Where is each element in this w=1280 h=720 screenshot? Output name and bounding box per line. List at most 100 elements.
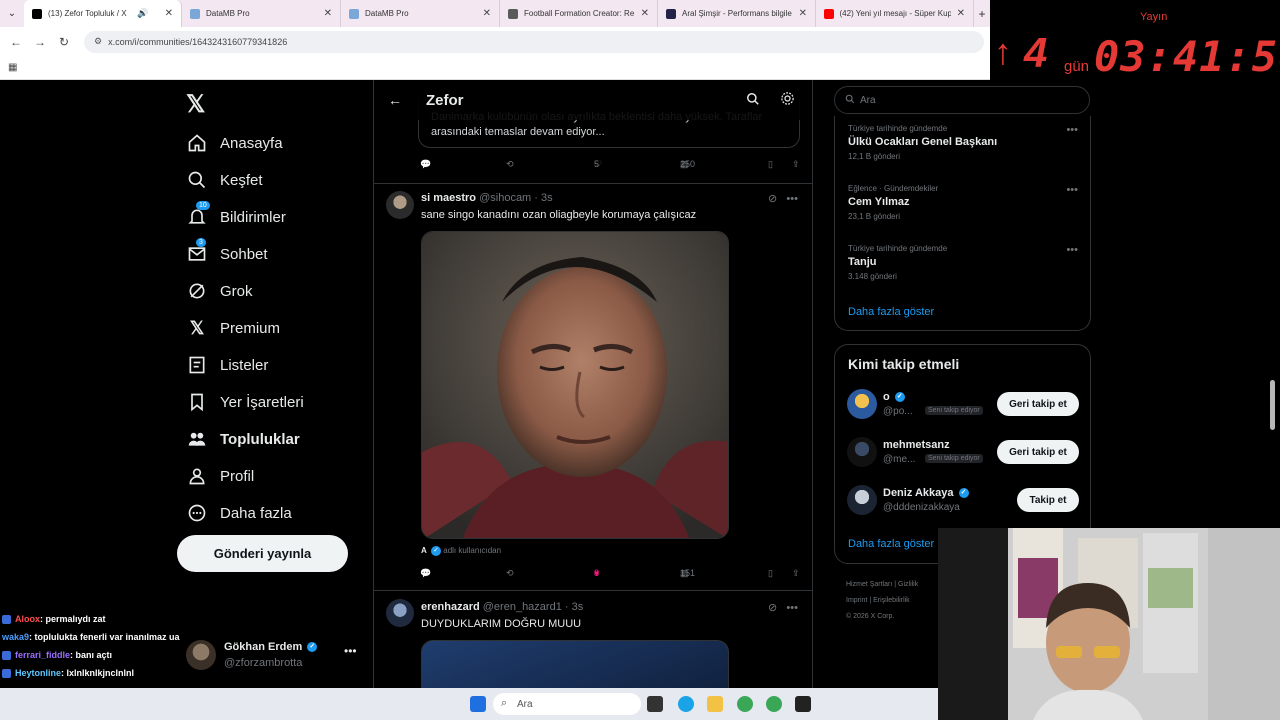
search-icon[interactable] [746, 92, 760, 109]
footer-link[interactable]: Gizlilik [898, 581, 918, 588]
verified-badge-icon: ✓ [431, 546, 442, 556]
reply-icon[interactable]: 💬 [420, 568, 431, 579]
grok-icon[interactable]: ⊘ [768, 602, 777, 614]
apps-grid-icon[interactable]: ▦ [8, 62, 17, 73]
follow-suggestion[interactable]: Deniz Akkaya ✓ @dddenizakkaya Takip et [847, 485, 1087, 519]
post-author[interactable]: erenhazard @eren_hazard1 · 3s [421, 601, 583, 613]
gear-icon[interactable] [780, 91, 795, 110]
nav-item-communities[interactable]: Topluluklar [186, 428, 300, 450]
nav-item-lists[interactable]: Listeler [186, 354, 268, 376]
footer-link[interactable]: Erişilebilirlik [873, 597, 910, 604]
more-dots-icon[interactable]: ••• [1066, 124, 1078, 136]
nav-item-home[interactable]: Anasayfa [186, 132, 283, 154]
bookmark-icon[interactable]: ▯ [768, 159, 773, 170]
post-author[interactable]: si maestro @sihocam · 3s [421, 192, 553, 204]
nav-item-grok[interactable]: Grok [186, 280, 253, 302]
browser-tab[interactable]: Football Formation Creator: Re ✕ [500, 0, 658, 27]
file-explorer-icon[interactable] [707, 696, 723, 712]
bookmark-icon[interactable]: ▯ [768, 568, 773, 579]
left-navigation: 𝕏 Anasayfa Keşfet 10 Bildirimler 3 Sohbe… [176, 80, 366, 700]
back-arrow-icon[interactable]: ← [388, 92, 402, 108]
chrome-icon[interactable] [737, 696, 753, 712]
reply-icon[interactable]: 💬 [420, 159, 431, 170]
windows-start-icon[interactable] [470, 696, 486, 712]
nav-item-explore[interactable]: Keşfet [186, 169, 263, 191]
tab-search-button[interactable]: ⌄ [0, 0, 24, 27]
page-title: Zefor [426, 91, 464, 109]
browser-tab[interactable]: Aral Şimşir - Performans bilgile ✕ [658, 0, 816, 27]
edge-icon[interactable] [678, 696, 694, 712]
chrome-icon[interactable] [766, 696, 782, 712]
more-dots-icon[interactable]: ••• [786, 602, 798, 614]
author-name: erenhazard [421, 601, 480, 613]
follow-suggestion[interactable]: o ✓ @po... Seni takip ediyor Geri takip … [847, 389, 1087, 423]
scrollbar-thumb[interactable] [1270, 380, 1275, 430]
show-more-link[interactable]: Daha fazla göster [848, 538, 934, 550]
repost-icon[interactable]: ⟲ [506, 159, 514, 170]
repost-icon[interactable]: ⟲ [506, 568, 514, 579]
chat-message: Aloox : permalıydı zat [2, 610, 106, 628]
share-icon[interactable]: ⇪ [792, 159, 800, 170]
browser-tab[interactable]: (42) Yeni yıl mesajı - Süper Kupa ✕ [816, 0, 974, 27]
reload-icon[interactable]: ↻ [52, 35, 76, 49]
follow-back-button[interactable]: Geri takip et [997, 440, 1079, 464]
browser-tab[interactable]: DataMB Pro ✕ [182, 0, 341, 27]
post-button[interactable]: Gönderi yayınla [177, 535, 348, 572]
browser-tab-active[interactable]: (13) Zefor Topluluk / X 🔊 ✕ [24, 0, 182, 27]
close-tab-icon[interactable]: ✕ [159, 8, 173, 19]
more-dots-icon[interactable]: ••• [344, 644, 357, 658]
nav-item-messages[interactable]: 3 Sohbet [186, 238, 268, 265]
browser-tab[interactable]: DataMB Pro ✕ [341, 0, 500, 27]
task-view-icon[interactable] [647, 696, 663, 712]
more-dots-icon[interactable]: ••• [1066, 184, 1078, 196]
chat-text: : toplulukta fenerli var inanılmaz ua [29, 632, 180, 642]
nav-item-more[interactable]: Daha fazla [186, 502, 292, 524]
search-input[interactable]: Ara [834, 86, 1090, 114]
close-tab-icon[interactable]: ✕ [635, 8, 649, 19]
like-button[interactable]: ♡ 5 [594, 159, 605, 170]
like-button[interactable]: ♥ 8 [594, 568, 602, 578]
bookmarks-bar: ▦ [0, 56, 990, 80]
site-info-icon[interactable]: ⚙ [94, 36, 102, 47]
avatar[interactable] [386, 191, 414, 219]
post-image[interactable] [421, 231, 729, 539]
views-button[interactable]: ▥ 250 [680, 159, 695, 170]
follow-button[interactable]: Takip et [1017, 488, 1079, 512]
nav-item-premium[interactable]: 𝕏 Premium [186, 317, 280, 339]
close-tab-icon[interactable]: ✕ [793, 8, 807, 19]
share-icon[interactable]: ⇪ [792, 568, 800, 579]
post-actions: 💬 ⟲ ♡ 5 ▥ 250 ▯ ⇪ [420, 159, 800, 175]
like-count: 5 [594, 159, 600, 169]
follow-back-button[interactable]: Geri takip et [997, 392, 1079, 416]
show-more-link[interactable]: Daha fazla göster [848, 306, 934, 318]
person-icon [186, 465, 208, 487]
back-arrow-icon[interactable]: ← [4, 35, 28, 49]
nav-item-profile[interactable]: Profil [186, 465, 254, 487]
trend-item[interactable]: Türkiye tarihinde gündemde Ülkü Ocakları… [848, 124, 1078, 161]
follow-suggestion[interactable]: mehmetsanz @me... Seni takip ediyor Geri… [847, 437, 1087, 471]
url-field[interactable]: ⚙ x.com/i/communities/164324316077934182… [84, 30, 984, 53]
taskbar-search[interactable]: ⌕ Ara [493, 693, 641, 715]
speaker-icon[interactable]: 🔊 [137, 8, 148, 19]
trend-item[interactable]: Eğlence · Gündemdekiler Cem Yılmaz 23,1 … [848, 184, 1078, 221]
footer-link[interactable]: Hizmet Şartları [846, 581, 892, 588]
verified-badge-icon: ✓ [894, 392, 905, 403]
x-logo-icon[interactable]: 𝕏 [186, 90, 205, 119]
more-dots-icon[interactable]: ••• [786, 193, 798, 205]
grok-icon[interactable]: ⊘ [768, 193, 777, 205]
views-button[interactable]: ▥ 151 [680, 568, 695, 579]
trend-item[interactable]: Türkiye tarihinde gündemde Tanju 3.148 g… [848, 244, 1078, 281]
nav-item-bookmarks[interactable]: Yer İşaretleri [186, 391, 304, 413]
avatar[interactable] [386, 599, 414, 627]
new-tab-button[interactable]: + [974, 7, 990, 21]
obs-icon[interactable] [795, 696, 811, 712]
close-tab-icon[interactable]: ✕ [477, 8, 491, 19]
footer-link[interactable]: Imprint [846, 597, 867, 604]
close-tab-icon[interactable]: ✕ [951, 8, 965, 19]
more-dots-icon[interactable]: ••• [1066, 244, 1078, 256]
forward-arrow-icon[interactable]: → [28, 35, 52, 49]
nav-label: Topluluklar [220, 430, 300, 448]
close-tab-icon[interactable]: ✕ [318, 8, 332, 19]
tab-label: (42) Yeni yıl mesajı - Süper Kupa [839, 9, 951, 18]
nav-item-notifications[interactable]: 10 Bildirimler [186, 201, 286, 228]
